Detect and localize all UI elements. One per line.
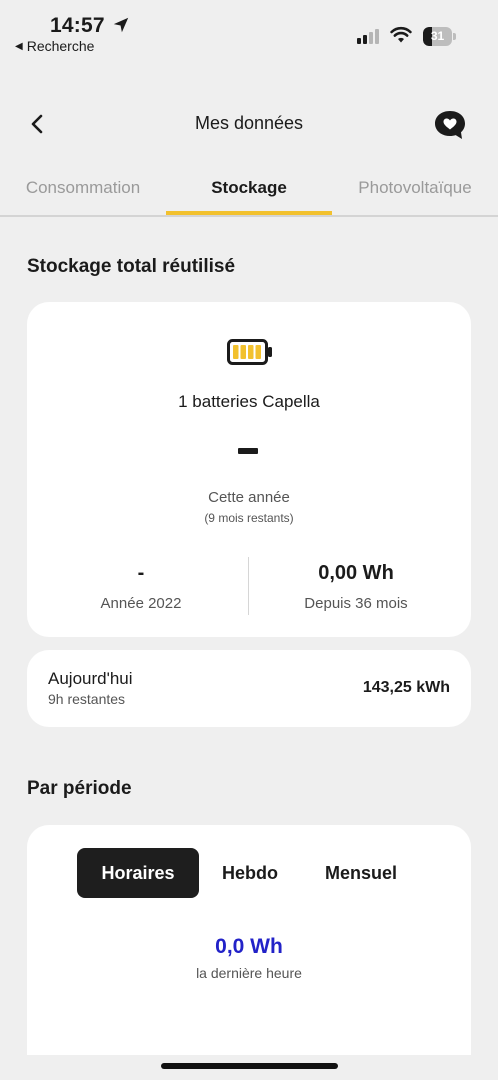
battery-count: 1 batteries Capella <box>178 392 320 411</box>
period-value: 0,0 Wh <box>215 935 283 958</box>
app-header: Mes données <box>0 95 498 155</box>
stat-divider <box>248 557 249 615</box>
stat-since-start-value: 0,00 Wh <box>318 562 394 584</box>
stat-previous-year-value: - <box>137 562 145 584</box>
wifi-icon <box>390 26 412 43</box>
home-indicator[interactable] <box>161 1063 338 1069</box>
stat-previous-year: - Année 2022 <box>41 562 241 612</box>
storage-summary-card: 1 batteries Capella – Cette année (9 moi… <box>27 302 471 637</box>
stat-since-start: 0,00 Wh Depuis 36 mois <box>256 562 456 612</box>
today-card[interactable]: Aujourd'hui 9h restantes 143,25 kWh <box>27 650 471 727</box>
battery-level: 31 <box>430 29 445 43</box>
segment-hebdo[interactable]: Hebdo <box>199 848 301 898</box>
period-label: la dernière heure <box>196 965 302 981</box>
section-title-period: Par période <box>27 778 132 799</box>
today-label: Aujourd'hui <box>48 669 133 688</box>
back-to-app-link[interactable]: ◀ Recherche <box>15 38 94 54</box>
status-time: 14:57 <box>50 14 105 37</box>
tab-consommation[interactable]: Consommation <box>0 168 166 208</box>
page-title: Mes données <box>194 113 304 133</box>
current-year-value <box>238 448 258 454</box>
tab-stockage[interactable]: Stockage <box>166 168 332 208</box>
heart-chat-bubble-icon[interactable] <box>432 107 468 143</box>
active-tab-indicator <box>166 211 332 215</box>
stat-since-start-label: Depuis 36 mois <box>304 595 408 612</box>
current-year-label: Cette année <box>208 489 290 506</box>
battery-icon: 31 <box>423 27 456 46</box>
back-triangle-icon: ◀ <box>15 40 23 52</box>
tab-bar: Consommation Stockage Photovoltaïque <box>0 168 498 217</box>
tab-photovoltaique[interactable]: Photovoltaïque <box>332 168 498 208</box>
status-bar: 14:57 ◀ Recherche 31 <box>0 0 498 64</box>
back-app-label: Recherche <box>26 38 95 54</box>
segment-mensuel[interactable]: Mensuel <box>307 848 415 898</box>
section-title-storage: Stockage total réutilisé <box>27 256 236 277</box>
today-value: 143,25 kWh <box>362 679 450 696</box>
today-remaining: 9h restantes <box>48 691 126 707</box>
cellular-signal-icon <box>357 29 379 44</box>
segment-horaires[interactable]: Horaires <box>77 848 199 898</box>
location-arrow-icon <box>113 17 129 33</box>
period-card: Horaires Hebdo Mensuel 0,0 Wh la dernièr… <box>27 825 471 1055</box>
battery-full-icon <box>227 339 272 365</box>
current-year-remaining: (9 mois restants) <box>204 511 294 525</box>
stat-previous-year-label: Année 2022 <box>100 595 182 612</box>
